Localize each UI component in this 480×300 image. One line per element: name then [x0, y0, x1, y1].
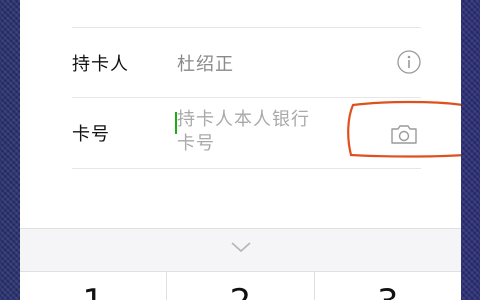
phone-screen: 持卡人 杜绍正 卡号 持卡人本人银行 卡号 1 2 3 — [20, 0, 461, 300]
chevron-down-icon[interactable] — [230, 241, 252, 253]
key-3[interactable]: 3 — [314, 271, 461, 300]
card-number-label: 卡号 — [72, 124, 110, 145]
keypad-row: 1 2 3 — [20, 271, 461, 300]
card-holder-value: 杜绍正 — [177, 54, 234, 75]
key-1[interactable]: 1 — [20, 271, 168, 300]
numeric-keypad: 1 2 3 — [20, 228, 461, 300]
card-number-placeholder-line-2: 卡号 — [177, 133, 215, 154]
card-holder-label: 持卡人 — [72, 54, 129, 75]
card-holder-row: 持卡人 杜绍正 — [72, 27, 421, 98]
card-number-input[interactable]: 持卡人本人银行 卡号 — [177, 108, 367, 156]
key-2[interactable]: 2 — [167, 271, 315, 300]
info-icon[interactable] — [397, 50, 421, 74]
hand-drawn-circle-annotation — [347, 100, 461, 158]
card-number-placeholder-line-1: 持卡人本人银行 — [177, 109, 310, 130]
